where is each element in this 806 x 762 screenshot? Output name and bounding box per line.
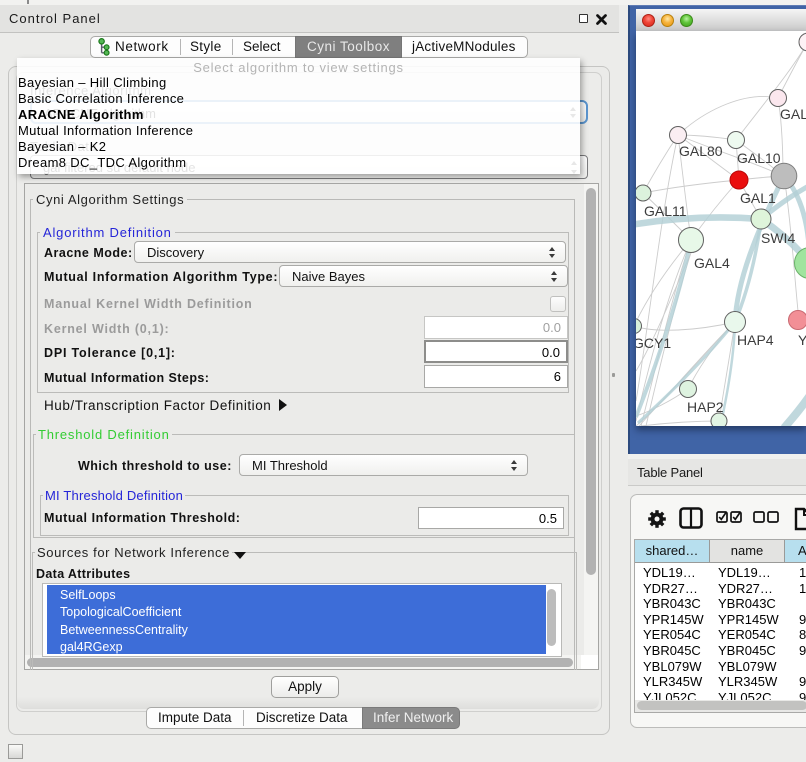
svg-text:GCY1: GCY1 — [636, 335, 671, 351]
svg-text:GAL11: GAL11 — [644, 203, 687, 219]
svg-text:GAL2: GAL2 — [780, 106, 806, 122]
svg-text:GAL80: GAL80 — [679, 143, 723, 159]
svg-text:GAL10: GAL10 — [737, 150, 781, 166]
svg-text:GAL1: GAL1 — [740, 190, 776, 206]
svg-text:GAL4: GAL4 — [694, 255, 730, 271]
svg-text:Y: Y — [798, 332, 806, 348]
svg-text:HAP2: HAP2 — [687, 399, 724, 415]
svg-text:HAP4: HAP4 — [737, 332, 774, 348]
svg-text:SWI4: SWI4 — [761, 230, 795, 246]
